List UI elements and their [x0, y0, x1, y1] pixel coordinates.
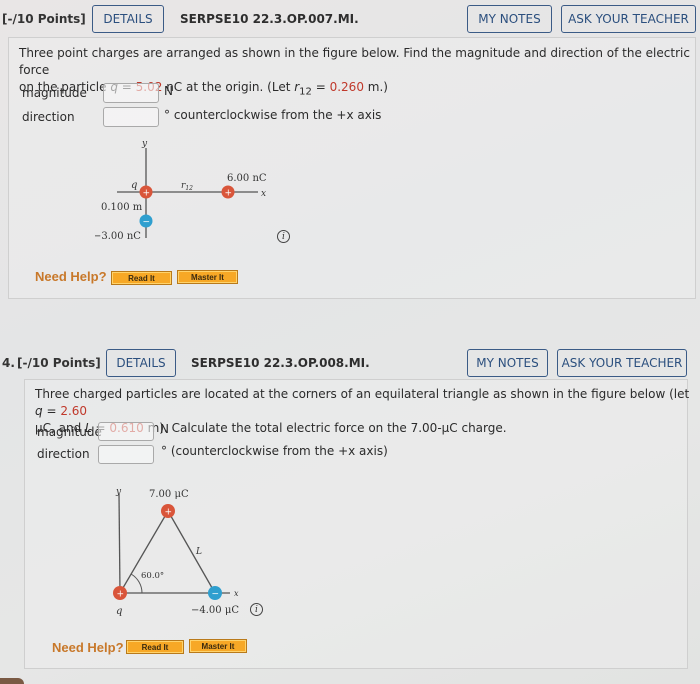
my-notes-button[interactable]: MY NOTES [467, 349, 548, 377]
triangle-side-right [167, 510, 216, 594]
question-4-header: 4. [-/10 Points] DETAILS SERPSE10 22.3.O… [0, 346, 700, 380]
figure-point-charges: y x q + r12 + 6.00 nC 0.100 m − −3.00 nC [95, 139, 267, 242]
magnitude-unit: N [164, 84, 173, 98]
text-segment: = [42, 404, 61, 418]
y-axis-label: y [141, 139, 148, 149]
minus-sign: − [143, 218, 151, 228]
plus-sign: + [165, 508, 173, 518]
info-icon[interactable]: i [250, 603, 263, 616]
text-segment: m.) [363, 80, 388, 94]
my-notes-button[interactable]: MY NOTES [467, 5, 552, 33]
figure-equilateral-triangle: y x 60.0° 7.00 μC + L + q − −4.00 μC [113, 487, 239, 617]
need-help-label: Need Help? [35, 269, 107, 284]
need-help-label: Need Help? [52, 640, 124, 655]
top-charge-label: 7.00 μC [149, 489, 189, 500]
angle-label: 60.0° [141, 571, 164, 581]
details-button[interactable]: DETAILS [106, 349, 176, 377]
points-label: [-/10 Points] [17, 356, 101, 370]
direction-unit: ° counterclockwise from the +x axis [164, 108, 382, 122]
direction-label: direction [22, 110, 75, 124]
y-axis [118, 493, 121, 594]
given-q-value: 2.60 [60, 404, 88, 418]
text-segment: nC at the origin. (Let [162, 80, 295, 94]
text-segment: = [311, 80, 330, 94]
right-charge-label: −4.00 μC [191, 605, 239, 616]
magnitude-unit: N [160, 422, 169, 436]
details-button[interactable]: DETAILS [92, 5, 164, 33]
info-icon[interactable]: i [277, 230, 290, 243]
y-axis-label: y [115, 487, 122, 497]
text-segment: m). Calculate the total electric force o… [143, 421, 507, 435]
read-it-button[interactable]: Read It [111, 271, 172, 285]
read-it-button[interactable]: Read It [126, 640, 184, 654]
question-code: SERPSE10 22.3.OP.008.MI. [191, 356, 370, 370]
master-it-button[interactable]: Master It [189, 639, 247, 653]
direction-label: direction [37, 447, 90, 461]
direction-input[interactable] [103, 107, 159, 127]
plus-sign: + [117, 590, 125, 600]
ask-your-teacher-button[interactable]: ASK YOUR TEACHER [561, 5, 696, 33]
x-axis-label: x [261, 189, 266, 199]
q-label: q [131, 180, 137, 191]
charge-right-label: 6.00 nC [227, 173, 267, 184]
direction-unit: ° (counterclockwise from the +x axis) [161, 444, 388, 458]
side-L-label: L [195, 547, 202, 557]
given-r12-value: 0.260 [329, 80, 364, 94]
magnitude-input[interactable] [103, 83, 159, 103]
distance-label: 0.100 m [101, 202, 143, 213]
ask-your-teacher-button[interactable]: ASK YOUR TEACHER [557, 349, 687, 377]
question-text-line-1: Three charged particles are located at t… [35, 386, 690, 420]
question-code: SERPSE10 22.3.OP.007.MI. [180, 12, 359, 26]
q-label: q [116, 606, 122, 617]
question-text-line-1: Three point charges are arranged as show… [19, 46, 690, 77]
direction-input[interactable] [98, 445, 154, 464]
background-tab-edge [0, 678, 24, 684]
points-label: [-/10 Points] [2, 12, 86, 26]
master-it-button[interactable]: Master It [177, 270, 238, 284]
magnitude-label: magnitude [37, 425, 102, 439]
question-3-header: [-/10 Points] DETAILS SERPSE10 22.3.OP.0… [0, 2, 700, 36]
question-number: 4. [2, 356, 15, 370]
var-r-subscript: 12 [299, 86, 312, 98]
text-segment: Three charged particles are located at t… [35, 387, 690, 401]
x-axis-label: x [234, 589, 239, 598]
magnitude-input[interactable] [98, 422, 154, 441]
minus-sign: − [212, 590, 220, 600]
var-q: q [35, 404, 43, 418]
r12-label: r12 [181, 181, 193, 192]
plus-sign: + [225, 189, 233, 199]
plus-sign: + [143, 189, 151, 199]
charge-below-label: −3.00 nC [95, 231, 141, 242]
magnitude-label: magnitude [22, 86, 87, 100]
